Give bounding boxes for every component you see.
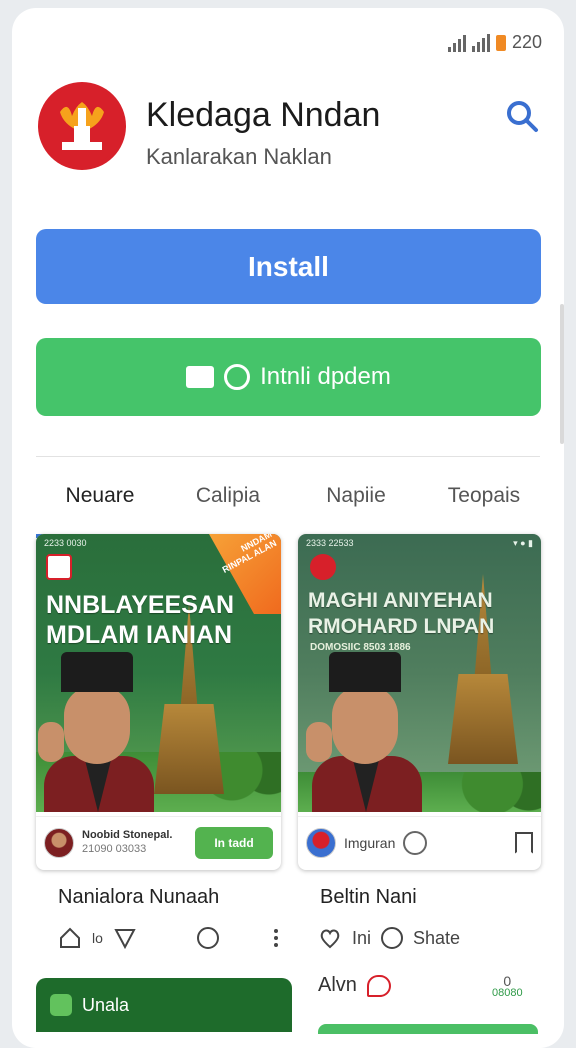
bottom-action-bar[interactable] xyxy=(318,1024,538,1034)
download-icon xyxy=(224,364,251,390)
card-title[interactable]: Nanialora Nunaah xyxy=(58,886,219,909)
meta-author: Noobid Stonepal. xyxy=(82,829,173,842)
card-headline-line2: RMOHARD LNPAN xyxy=(308,615,495,638)
tab-bar: Neuare Calipia Napiie Teopais xyxy=(36,478,548,538)
content-card[interactable]: 2233 0030▮ NNDAM RINPAL ALAN NNBLAYEESAN… xyxy=(36,534,281,870)
meta-author: Imguran xyxy=(344,834,396,851)
card-actions: lo xyxy=(58,926,288,950)
app-title: Kledaga Nndan xyxy=(146,96,381,134)
app-subtitle: Kanlarakan Naklan xyxy=(146,144,332,169)
install-button[interactable]: Install xyxy=(36,229,541,304)
app-header: Kledaga Nndan Kanlarakan Naklan xyxy=(38,82,544,182)
wifi-icon xyxy=(471,33,490,52)
thumb-status-icons: ▾ ● ▮ xyxy=(513,538,533,548)
bottom-bar-label: Unala xyxy=(82,994,130,1015)
emblem-icon xyxy=(310,554,336,580)
action-count: lo xyxy=(92,930,103,946)
content-card[interactable]: 2333 22533 ▾ ● ▮ MAGHI ANIYEHAN RMOHARD L… xyxy=(298,534,541,870)
meta-date: 21090 03033 xyxy=(82,842,147,855)
search-icon[interactable] xyxy=(504,98,540,134)
avatar xyxy=(44,827,74,858)
comment-icon[interactable] xyxy=(366,974,391,997)
action-count: Ini xyxy=(352,927,372,948)
card-meta: Noobid Stonepal. 21090 03033 In tadd xyxy=(36,816,281,868)
card-title[interactable]: Beltin Nani xyxy=(320,886,417,909)
reply-icon[interactable] xyxy=(403,830,428,855)
card-headline-line1: NNBLAYEESAN xyxy=(46,591,235,619)
avatar xyxy=(306,827,336,858)
bookmark-icon[interactable] xyxy=(515,831,533,854)
heart-icon[interactable] xyxy=(318,926,342,950)
clock-icon[interactable] xyxy=(196,927,219,949)
status-bar: 220 xyxy=(447,32,542,53)
send-icon[interactable] xyxy=(113,926,137,950)
share-icon[interactable] xyxy=(381,927,404,949)
share-label[interactable]: Shate xyxy=(413,928,460,949)
leaf-icon xyxy=(50,994,72,1016)
secondary-install-button[interactable]: Intnli dpdem xyxy=(36,338,541,416)
card-actions: Ini Shate xyxy=(318,926,558,950)
battery-icon xyxy=(495,34,506,51)
person-image xyxy=(38,652,154,812)
tab-calipia[interactable]: Calipia xyxy=(164,478,292,538)
device-icon xyxy=(186,366,215,388)
signal-icon xyxy=(447,34,466,52)
card-meta: Imguran xyxy=(298,816,541,868)
home-icon[interactable] xyxy=(58,926,82,950)
more-icon[interactable] xyxy=(274,929,288,947)
card-headline-line1: MAGHI ANIYEHAN xyxy=(308,589,493,612)
card-install-button[interactable]: In tadd xyxy=(195,826,273,859)
tab-napiie[interactable]: Napiie xyxy=(292,478,420,538)
person-image xyxy=(306,652,422,812)
comment-row: Alvn xyxy=(318,974,391,997)
divider xyxy=(36,456,540,457)
tab-teopais[interactable]: Teopais xyxy=(420,478,548,538)
tab-neuare[interactable]: Neuare xyxy=(36,478,164,538)
card-thumbnail: 2233 0030▮ NNDAM RINPAL ALAN NNBLAYEESAN… xyxy=(36,534,281,812)
secondary-button-label: Intnli dpdem xyxy=(260,363,391,390)
emblem-icon xyxy=(46,554,72,580)
scrollbar[interactable] xyxy=(560,304,564,444)
card-thumbnail: 2333 22533 ▾ ● ▮ MAGHI ANIYEHAN RMOHARD L… xyxy=(298,534,541,812)
status-time: 220 xyxy=(511,32,542,52)
thumb-status-time: 2333 22533 xyxy=(306,538,354,548)
app-screen: 220 Kledaga Nndan Kanlarakan Naklan Inst… xyxy=(12,8,564,1048)
card-headline-line2: MDLAM IANIAN xyxy=(46,621,233,649)
comment-author: Alvn xyxy=(318,974,357,996)
app-logo xyxy=(38,82,126,170)
stat-badge: 0 08080 xyxy=(492,973,523,999)
thumb-status-time: 2233 0030 xyxy=(44,538,87,548)
